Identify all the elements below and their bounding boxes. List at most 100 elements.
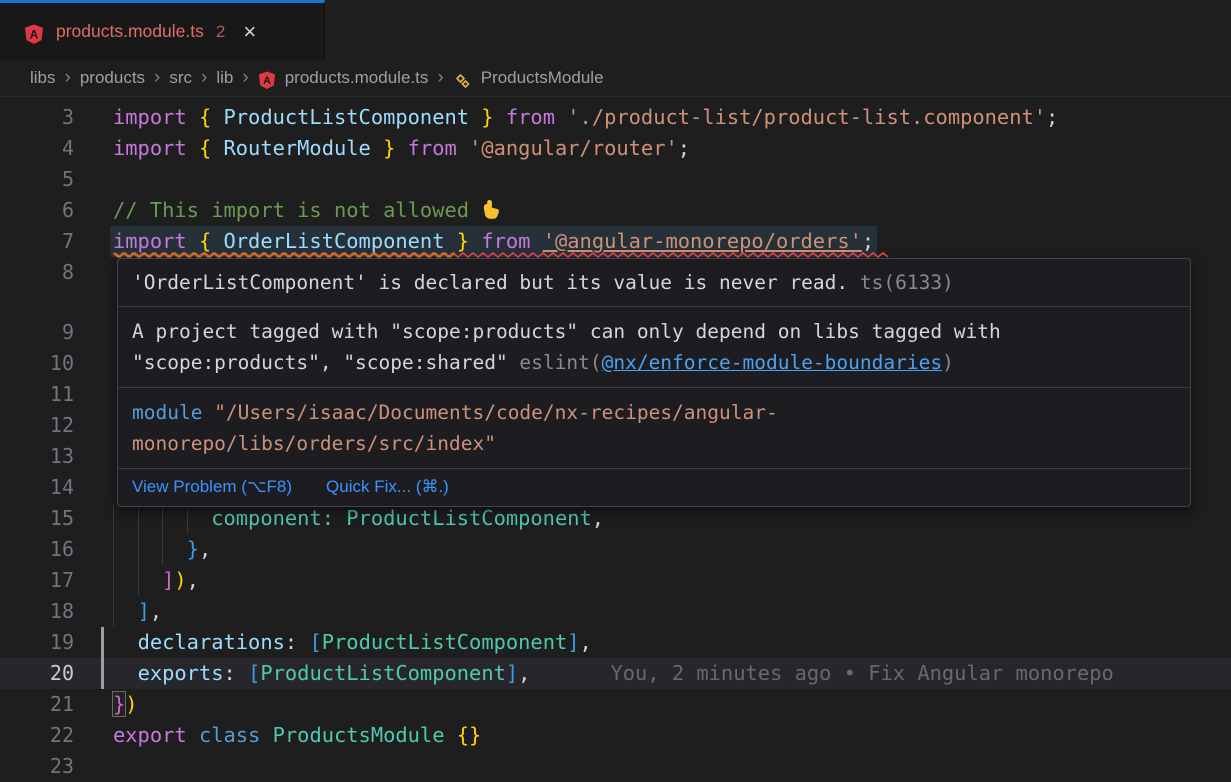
code-token: export	[113, 723, 199, 747]
code-content[interactable]: // This import is not allowed	[113, 195, 1231, 226]
eslint-rule-link[interactable]: @nx/enforce-module-boundaries	[602, 351, 942, 374]
code-token	[113, 630, 138, 654]
hover-ts-error: 'OrderListComponent' is declared but its…	[118, 259, 1190, 306]
line-number: 3	[0, 102, 74, 133]
line-number: 6	[0, 195, 74, 226]
line-number: 15	[0, 503, 74, 534]
hover-eslint-source: eslint(	[519, 351, 601, 374]
code-token: class	[199, 723, 273, 747]
breadcrumb-lib[interactable]: lib	[216, 68, 233, 88]
code-content[interactable]: import { ProductListComponent } from './…	[113, 102, 1231, 133]
code-token: :	[285, 630, 310, 654]
code-token	[334, 506, 346, 530]
chevron-right-icon: ›	[201, 68, 207, 87]
code-line-18: 18 ],	[0, 596, 1231, 627]
line-number: 11	[0, 379, 74, 410]
code-token: './product-list/product-list.component'	[567, 105, 1046, 129]
line-number: 5	[0, 164, 74, 195]
code-token: }	[113, 692, 125, 716]
code-token: ,	[199, 537, 211, 561]
code-token: ;	[862, 229, 874, 253]
line-number: 7	[0, 226, 74, 257]
editor-area: 3 import { ProductListComponent } from '.…	[0, 97, 1231, 780]
code-token: OrderListComponent	[224, 229, 445, 253]
quick-fix-action[interactable]: Quick Fix... (⌘.)	[326, 477, 449, 497]
code-token: ]	[567, 630, 579, 654]
hover-error-message: 'OrderListComponent' is declared but its…	[132, 271, 848, 294]
tab-title: products.module.ts	[56, 21, 204, 42]
svg-text:A: A	[263, 75, 271, 87]
code-token: }	[469, 105, 494, 129]
code-content[interactable]: })	[113, 689, 1231, 720]
hover-eslint-line2: "scope:products", "scope:shared" eslint(…	[132, 347, 1176, 378]
code-content[interactable]: ]),	[113, 565, 1231, 596]
angular-icon: A	[24, 24, 44, 44]
code-content[interactable]: component: ProductListComponent,	[113, 503, 1231, 534]
line-number: 18	[0, 596, 74, 627]
code-token: {	[199, 105, 224, 129]
code-token: {	[199, 229, 224, 253]
breadcrumb-libs[interactable]: libs	[30, 68, 56, 88]
chevron-right-icon: ›	[65, 68, 71, 87]
code-token: ,	[150, 599, 162, 623]
code-token: import	[113, 105, 199, 129]
breadcrumb-symbol[interactable]: ProductsModule	[481, 68, 604, 88]
code-token: ProductsModule	[273, 723, 445, 747]
line-number: 20	[0, 658, 74, 689]
breadcrumb-src[interactable]: src	[169, 68, 192, 88]
code-token: }	[187, 537, 199, 561]
code-line-19: 19 declarations: [ProductListComponent],	[0, 627, 1231, 658]
breadcrumb-products[interactable]: products	[80, 68, 145, 88]
code-line-5: 5	[0, 164, 1231, 195]
breadcrumb-file[interactable]: products.module.ts	[285, 68, 429, 88]
code-token: ProductListComponent	[322, 630, 568, 654]
indent-guide	[162, 503, 163, 534]
code-token: [	[248, 661, 260, 685]
class-symbol-icon	[453, 71, 472, 90]
code-content[interactable]: import { RouterModule } from '@angular/r…	[113, 133, 1231, 164]
code-content[interactable]: import { OrderListComponent } from '@ang…	[113, 226, 1231, 257]
close-icon[interactable]: ×	[243, 21, 256, 43]
code-content[interactable]: ],	[113, 596, 1231, 627]
code-line-22: 22export class ProductsModule {}	[0, 720, 1231, 751]
line-number: 23	[0, 751, 74, 782]
point-down-icon	[481, 199, 500, 220]
view-problem-action[interactable]: View Problem (⌥F8)	[132, 477, 292, 497]
code-line-20: 20 exports: [ProductListComponent],You, …	[0, 658, 1231, 689]
code-line-23: 23	[0, 751, 1231, 782]
code-token: :	[224, 661, 249, 685]
chevron-right-icon: ›	[242, 68, 248, 87]
hover-eslint-close-paren: )	[942, 351, 954, 374]
git-blame-annotation: You, 2 minutes ago • Fix Angular monorep…	[610, 661, 1113, 685]
hover-error-source: ts(6133)	[848, 271, 954, 294]
hover-actions: View Problem (⌥F8) Quick Fix... (⌘.)	[118, 468, 1190, 506]
code-token: ;	[678, 136, 690, 160]
line-number: 13	[0, 441, 74, 472]
code-token: from	[481, 229, 542, 253]
line-number: 17	[0, 565, 74, 596]
code-token: {	[199, 136, 224, 160]
indent-guide	[113, 565, 114, 596]
line-number: 16	[0, 534, 74, 565]
code-line-7: 7 import { OrderListComponent } from '@an…	[0, 226, 1231, 257]
tab-products-module[interactable]: A products.module.ts 2 ×	[0, 0, 325, 60]
code-token: ,	[580, 630, 592, 654]
code-token	[469, 229, 481, 253]
angular-icon: A	[258, 71, 276, 89]
code-content[interactable]: declarations: [ProductListComponent],	[113, 627, 1231, 658]
code-content[interactable]	[113, 751, 1231, 782]
code-line-15: 15 component: ProductListComponent,	[0, 503, 1231, 534]
hovered-statement-highlight: import { OrderListComponent } from '@ang…	[110, 226, 877, 257]
code-token	[113, 537, 187, 561]
code-line-17: 17 ]),	[0, 565, 1231, 596]
code-content[interactable]: exports: [ProductListComponent],You, 2 m…	[113, 658, 1231, 689]
code-content[interactable]: },	[113, 534, 1231, 565]
line-number: 4	[0, 133, 74, 164]
code-content[interactable]: export class ProductsModule {}	[113, 720, 1231, 751]
code-token: exports	[138, 661, 224, 685]
line-number: 12	[0, 410, 74, 441]
code-content[interactable]	[113, 164, 1231, 195]
code-token	[494, 105, 506, 129]
line-number: 9	[0, 317, 74, 348]
indent-guide	[187, 503, 188, 534]
